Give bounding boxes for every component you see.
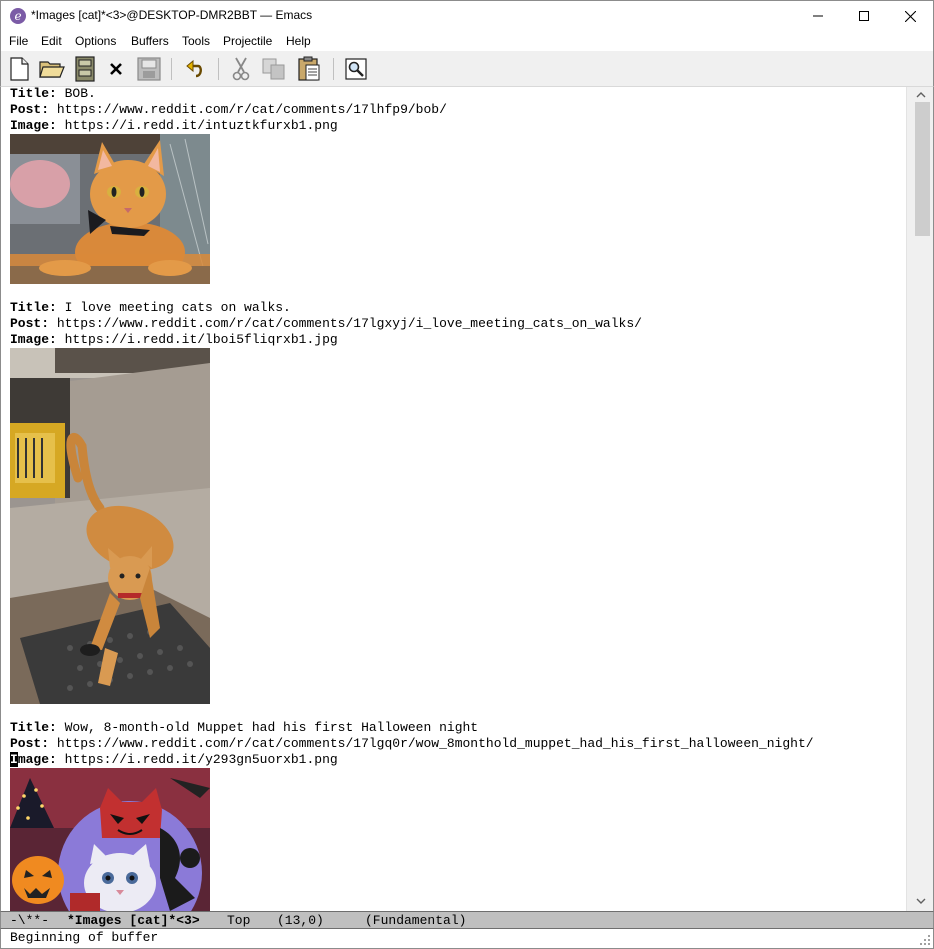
undo-icon bbox=[186, 59, 202, 78]
modeline-position: Top bbox=[227, 913, 251, 928]
image-key: mage: bbox=[17, 752, 57, 767]
cut-button[interactable] bbox=[228, 56, 254, 82]
toolbar-separator bbox=[171, 58, 172, 80]
new-file-button[interactable] bbox=[6, 56, 32, 82]
entry-post-line: Post: https://www.reddit.com/r/cat/comme… bbox=[10, 102, 447, 118]
window-title: *Images [cat]*<3>@DESKTOP-DMR2BBT — Emac… bbox=[31, 8, 313, 22]
entry-image-line: Image: https://i.redd.it/y293gn5uorxb1.p… bbox=[10, 752, 338, 768]
cut-icon bbox=[232, 57, 250, 81]
minimize-button[interactable] bbox=[795, 1, 841, 31]
kill-buffer-button[interactable] bbox=[103, 56, 129, 82]
scroll-down-arrow-icon[interactable] bbox=[914, 895, 928, 907]
text-cursor: I bbox=[10, 752, 18, 767]
menu-file[interactable]: File bbox=[9, 34, 28, 48]
tool-bar bbox=[0, 51, 934, 87]
paste-icon bbox=[298, 56, 320, 81]
entry-image-url[interactable]: https://i.redd.it/lboi5fliqrxb1.jpg bbox=[65, 332, 338, 347]
echo-message: Beginning of buffer bbox=[10, 930, 159, 945]
close-buffer-icon bbox=[110, 63, 122, 75]
open-directory-icon bbox=[75, 56, 95, 82]
modeline-line-col: (13,0) bbox=[277, 913, 324, 928]
cat-image-bob bbox=[10, 134, 210, 284]
entry-image-line: Image: https://i.redd.it/lboi5fliqrxb1.j… bbox=[10, 332, 338, 348]
maximize-icon bbox=[859, 11, 869, 21]
entry-post-line: Post: https://www.reddit.com/r/cat/comme… bbox=[10, 736, 814, 752]
menu-tools[interactable]: Tools bbox=[182, 34, 210, 48]
scrollbar-thumb[interactable] bbox=[915, 102, 930, 236]
cat-image-walk bbox=[10, 348, 210, 704]
close-button[interactable] bbox=[887, 1, 933, 31]
toolbar-separator bbox=[333, 58, 334, 80]
search-button[interactable] bbox=[343, 56, 369, 82]
entry-post-url[interactable]: https://www.reddit.com/r/cat/comments/17… bbox=[57, 736, 814, 751]
modeline-major-mode[interactable]: (Fundamental) bbox=[365, 913, 466, 929]
save-icon bbox=[137, 57, 161, 81]
modeline-status: -\**- bbox=[10, 913, 50, 928]
cat-image-muppet bbox=[10, 768, 210, 911]
menu-edit[interactable]: Edit bbox=[41, 34, 62, 48]
copy-button[interactable] bbox=[261, 56, 287, 82]
menu-buffers[interactable]: Buffers bbox=[131, 34, 169, 48]
post-key: Post: bbox=[10, 102, 50, 117]
paste-button[interactable] bbox=[296, 56, 322, 82]
menu-projectile[interactable]: Projectile bbox=[223, 34, 272, 48]
buffer-text-area[interactable]: Title: BOB. Post: https://www.reddit.com… bbox=[0, 87, 906, 911]
open-folder-icon bbox=[39, 61, 65, 78]
entry-title: Wow, 8-month-old Muppet had his first Ha… bbox=[64, 720, 479, 735]
image-key: Image: bbox=[10, 118, 57, 133]
emacs-app-icon[interactable]: e bbox=[10, 8, 26, 24]
minimize-icon bbox=[813, 15, 823, 17]
post-key: Post: bbox=[10, 316, 50, 331]
entry-post-url[interactable]: https://www.reddit.com/r/cat/comments/17… bbox=[57, 316, 642, 331]
vertical-scrollbar[interactable] bbox=[906, 87, 934, 911]
dired-button[interactable] bbox=[72, 56, 98, 82]
open-file-button[interactable] bbox=[39, 56, 65, 82]
entry-title: BOB. bbox=[64, 87, 96, 101]
close-icon bbox=[904, 10, 916, 22]
image-key: Image: bbox=[10, 332, 57, 347]
new-file-icon bbox=[10, 57, 29, 81]
menu-bar: File Edit Options Buffers Tools Projecti… bbox=[0, 31, 934, 51]
scroll-up-arrow-icon[interactable] bbox=[914, 89, 928, 101]
search-icon bbox=[345, 58, 367, 80]
title-key: Title: bbox=[10, 720, 57, 735]
title-key: Title: bbox=[10, 87, 57, 101]
entry-post-url[interactable]: https://www.reddit.com/r/cat/comments/17… bbox=[57, 102, 447, 117]
undo-button[interactable] bbox=[182, 56, 208, 82]
menu-help[interactable]: Help bbox=[286, 34, 311, 48]
entry-image-line: Image: https://i.redd.it/intuztkfurxb1.p… bbox=[10, 118, 338, 134]
copy-icon bbox=[262, 58, 285, 80]
title-key: Title: bbox=[10, 300, 57, 315]
maximize-button[interactable] bbox=[841, 1, 887, 31]
menu-options[interactable]: Options bbox=[75, 34, 116, 48]
toolbar-separator bbox=[218, 58, 219, 80]
entry-image-url[interactable]: https://i.redd.it/y293gn5uorxb1.png bbox=[65, 752, 338, 767]
echo-area[interactable]: Beginning of buffer bbox=[0, 929, 934, 949]
mode-line[interactable]: -\**- *Images [cat]*<3> Top (13,0) (Fund… bbox=[0, 911, 934, 929]
entry-title-line: Title: Wow, 8-month-old Muppet had his f… bbox=[10, 720, 478, 736]
resize-grip-icon[interactable] bbox=[919, 934, 931, 946]
entry-title: I love meeting cats on walks. bbox=[64, 300, 291, 315]
entry-title-line: Title: I love meeting cats on walks. bbox=[10, 300, 291, 316]
save-button[interactable] bbox=[136, 56, 162, 82]
post-key: Post: bbox=[10, 736, 50, 751]
title-bar: e *Images [cat]*<3>@DESKTOP-DMR2BBT — Em… bbox=[0, 0, 934, 31]
entry-post-line: Post: https://www.reddit.com/r/cat/comme… bbox=[10, 316, 642, 332]
modeline-buffer-name[interactable]: *Images [cat]*<3> bbox=[67, 913, 200, 929]
entry-title-line: Title: BOB. bbox=[10, 87, 96, 102]
entry-image-url[interactable]: https://i.redd.it/intuztkfurxb1.png bbox=[65, 118, 338, 133]
